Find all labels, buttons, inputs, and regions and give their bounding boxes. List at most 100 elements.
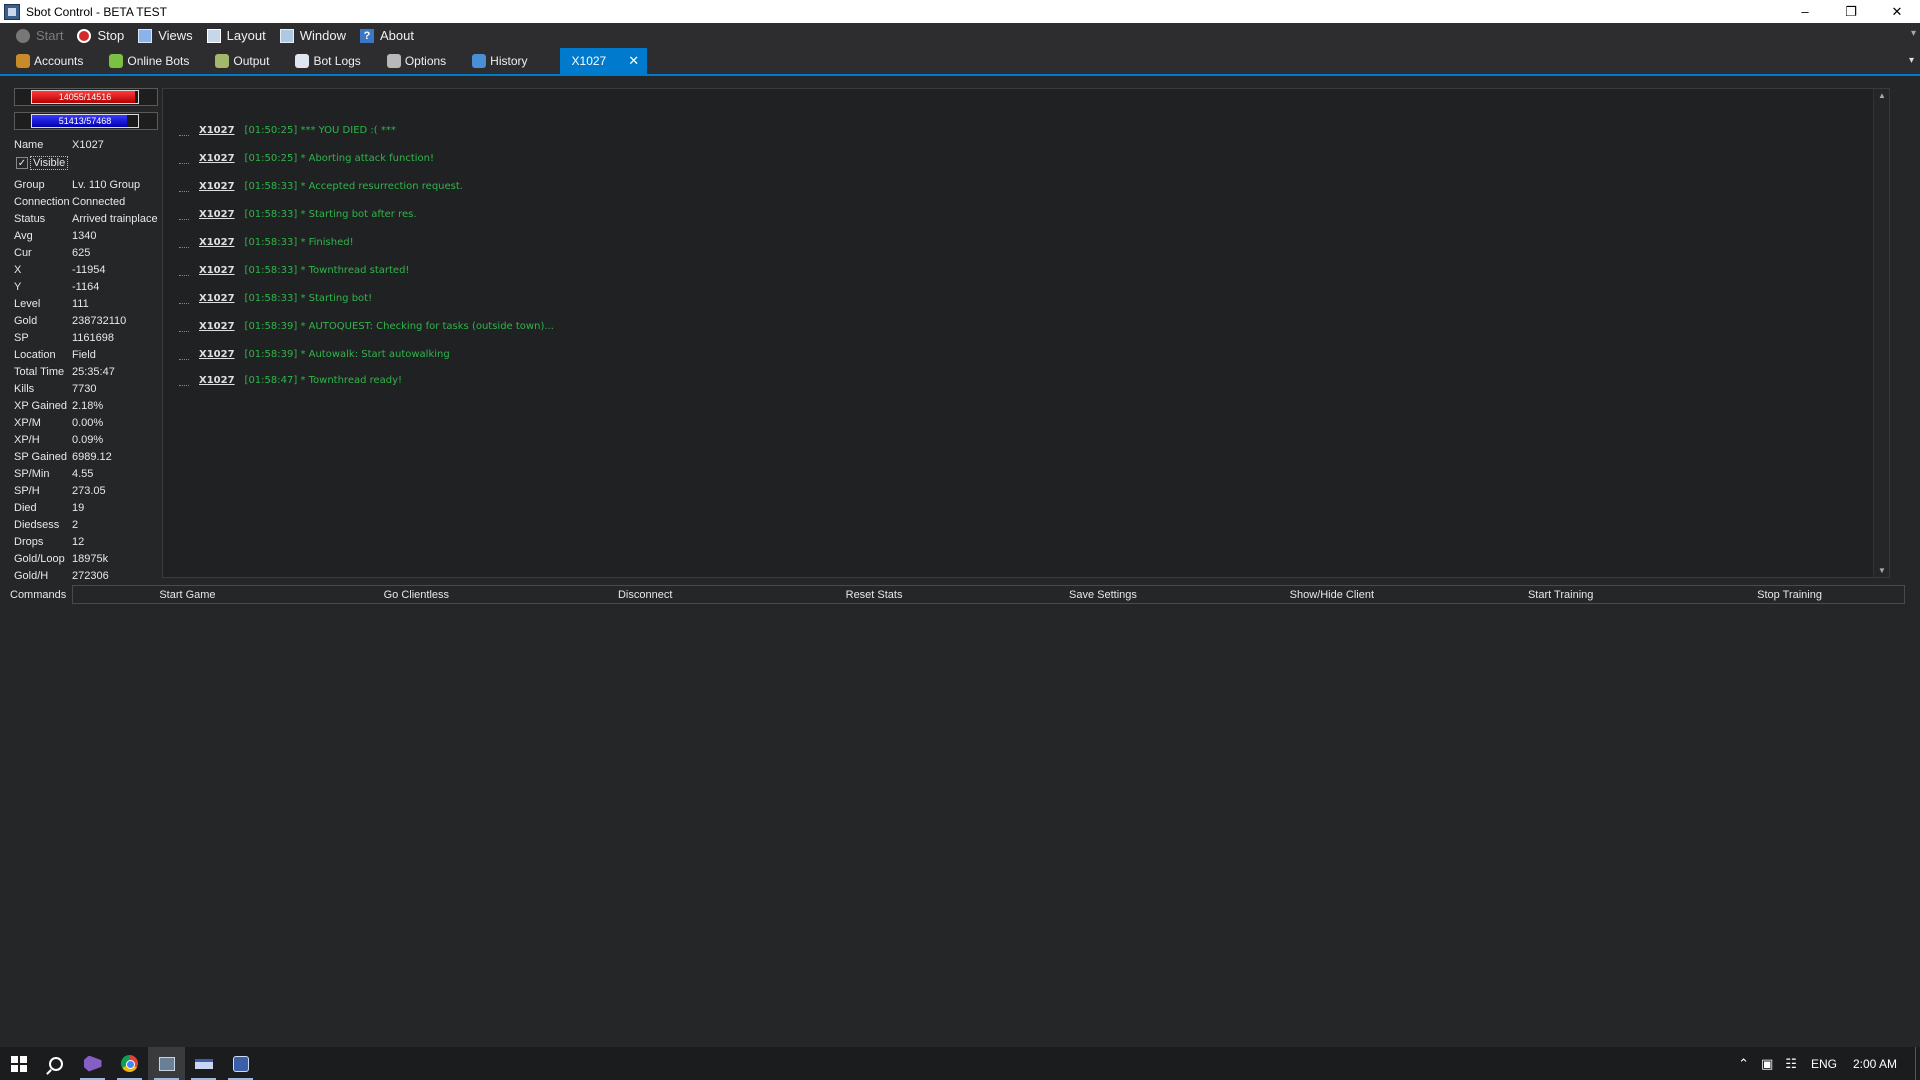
show-hide-client-button[interactable]: Show/Hide Client — [1217, 586, 1446, 603]
stat-value: 19 — [72, 501, 85, 514]
stat-value: 4.55 — [72, 467, 94, 480]
stat-row-xp-gained: XP Gained 2.18% — [14, 397, 159, 414]
stat-value: Field — [72, 348, 96, 361]
visible-label[interactable]: Visible — [30, 156, 69, 170]
menu-views[interactable]: Views — [138, 28, 193, 43]
tab-bot-logs-label: Bot Logs — [313, 54, 361, 68]
log-bot-link[interactable]: X1027 — [199, 375, 235, 386]
tray-chevron-up-icon[interactable]: ⌃ — [1738, 1056, 1749, 1072]
log-bot-link[interactable]: X1027 — [199, 293, 235, 304]
stat-value: X1027 — [72, 138, 104, 151]
taskbar-app-window[interactable] — [185, 1047, 222, 1080]
tab-bot-logs[interactable]: Bot Logs — [291, 48, 372, 74]
log-bot-link[interactable]: X1027 — [199, 209, 235, 220]
language-indicator[interactable]: ENG — [1811, 1057, 1837, 1071]
visible-toggle[interactable]: ✓ Visible — [16, 154, 159, 172]
start-training-button[interactable]: Start Training — [1446, 586, 1675, 603]
scroll-down-icon[interactable]: ▼ — [1878, 566, 1886, 575]
stat-key: Total Time — [14, 365, 65, 378]
sbot-app-icon — [158, 1056, 175, 1071]
stat-row-connection: Connection Connected — [14, 193, 159, 210]
stat-key: XP Gained — [14, 399, 68, 412]
tab-accounts[interactable]: Accounts — [12, 48, 95, 74]
save-settings-button[interactable]: Save Settings — [989, 586, 1218, 603]
stat-key: Connection — [14, 195, 70, 208]
menu-window-label: Window — [299, 28, 346, 43]
log-bot-link[interactable]: X1027 — [199, 237, 235, 248]
chrome-icon — [121, 1055, 138, 1072]
log-bot-link[interactable]: X1027 — [199, 265, 235, 276]
log-bot-link[interactable]: X1027 — [199, 349, 235, 360]
stat-value: 1161698 — [72, 331, 115, 344]
visible-checkbox[interactable]: ✓ — [16, 157, 28, 169]
stat-value: 2 — [72, 518, 79, 531]
log-line-marker-icon — [179, 384, 189, 386]
taskbar-sbot-control[interactable] — [222, 1047, 259, 1080]
taskbar-clock[interactable]: 2:00 AM — [1853, 1057, 1897, 1071]
close-window-button[interactable]: ✕ — [1874, 0, 1920, 23]
stat-key: XP/H — [14, 433, 40, 446]
reset-stats-button[interactable]: Reset Stats — [760, 586, 989, 603]
stat-value: 2.18% — [72, 399, 104, 412]
tab-output[interactable]: Output — [211, 48, 281, 74]
menu-overflow-icon[interactable]: ▾ — [1911, 28, 1916, 39]
stop-training-button[interactable]: Stop Training — [1675, 586, 1904, 603]
online-bots-icon — [109, 54, 124, 68]
menu-about[interactable]: ? About — [359, 28, 414, 43]
tab-dropdown-icon[interactable]: ▾ — [1909, 55, 1914, 66]
taskbar-search-button[interactable] — [37, 1047, 74, 1080]
stat-row-level: Level 111 — [14, 295, 159, 312]
log-bot-link[interactable]: X1027 — [199, 321, 235, 332]
stat-row-drops: Drops 12 — [14, 533, 159, 550]
log-bot-link[interactable]: X1027 — [199, 125, 235, 136]
stat-value: -1164 — [72, 280, 100, 293]
log-scrollbar[interactable]: ▲ ▼ — [1873, 89, 1889, 577]
scroll-up-icon[interactable]: ▲ — [1878, 91, 1886, 100]
tab-output-label: Output — [233, 54, 270, 68]
stat-value: 0.00% — [72, 416, 104, 429]
log-line-marker-icon — [179, 246, 189, 248]
stat-key: Died — [14, 501, 37, 514]
notification-icon[interactable]: ☷ — [1785, 1056, 1797, 1072]
go-clientless-button[interactable]: Go Clientless — [302, 586, 531, 603]
stat-row-gold-h: Gold/H 272306 — [14, 567, 159, 584]
tab-x1027[interactable]: X1027 ✕ — [559, 48, 648, 74]
menu-stop[interactable]: Stop — [77, 28, 124, 43]
menu-layout[interactable]: Layout — [206, 28, 266, 43]
log-message: [01:50:25] *** YOU DIED :( *** — [244, 125, 396, 136]
windows-start-button[interactable] — [0, 1047, 37, 1080]
stat-key: X — [14, 263, 22, 276]
stat-value: 238732110 — [72, 314, 127, 327]
log-line: X1027 [01:58:33] * Townthread started! — [179, 265, 409, 276]
log-line-marker-icon — [179, 330, 189, 332]
log-bot-link[interactable]: X1027 — [199, 153, 235, 164]
stat-row-total-time: Total Time 25:35:47 — [14, 363, 159, 380]
log-line-marker-icon — [179, 218, 189, 220]
stat-row-sp-min: SP/Min 4.55 — [14, 465, 159, 482]
close-icon[interactable]: ✕ — [628, 53, 639, 69]
stat-key: Name — [14, 138, 44, 151]
taskbar-sbot-app[interactable] — [148, 1047, 185, 1080]
log-line: X1027 [01:58:33] * Accepted resurrection … — [179, 181, 463, 192]
restore-button[interactable]: ❐ — [1828, 0, 1874, 23]
tab-history[interactable]: History — [468, 48, 539, 74]
minimize-button[interactable]: – — [1782, 0, 1828, 23]
menu-views-label: Views — [158, 28, 193, 43]
tab-options[interactable]: Options — [383, 48, 458, 74]
menu-start[interactable]: Start — [16, 28, 63, 43]
menu-stop-label: Stop — [97, 28, 125, 43]
menu-layout-label: Layout — [226, 28, 266, 43]
menu-window[interactable]: Window — [279, 28, 346, 43]
log-bot-link[interactable]: X1027 — [199, 181, 235, 192]
menu-bar: Start Stop Views Layout Window ? About ▾ — [0, 23, 1920, 48]
tab-online-bots[interactable]: Online Bots — [105, 48, 201, 74]
network-icon[interactable]: ▣ — [1761, 1056, 1773, 1072]
show-desktop-button[interactable] — [1915, 1047, 1920, 1080]
window-controls: – ❐ ✕ — [1782, 0, 1920, 23]
taskbar-visual-studio[interactable] — [74, 1047, 111, 1080]
start-game-button[interactable]: Start Game — [73, 586, 302, 603]
taskbar-chrome[interactable] — [111, 1047, 148, 1080]
menu-start-label: Start — [36, 28, 64, 43]
app-window-icon — [194, 1058, 213, 1069]
disconnect-button[interactable]: Disconnect — [531, 586, 760, 603]
